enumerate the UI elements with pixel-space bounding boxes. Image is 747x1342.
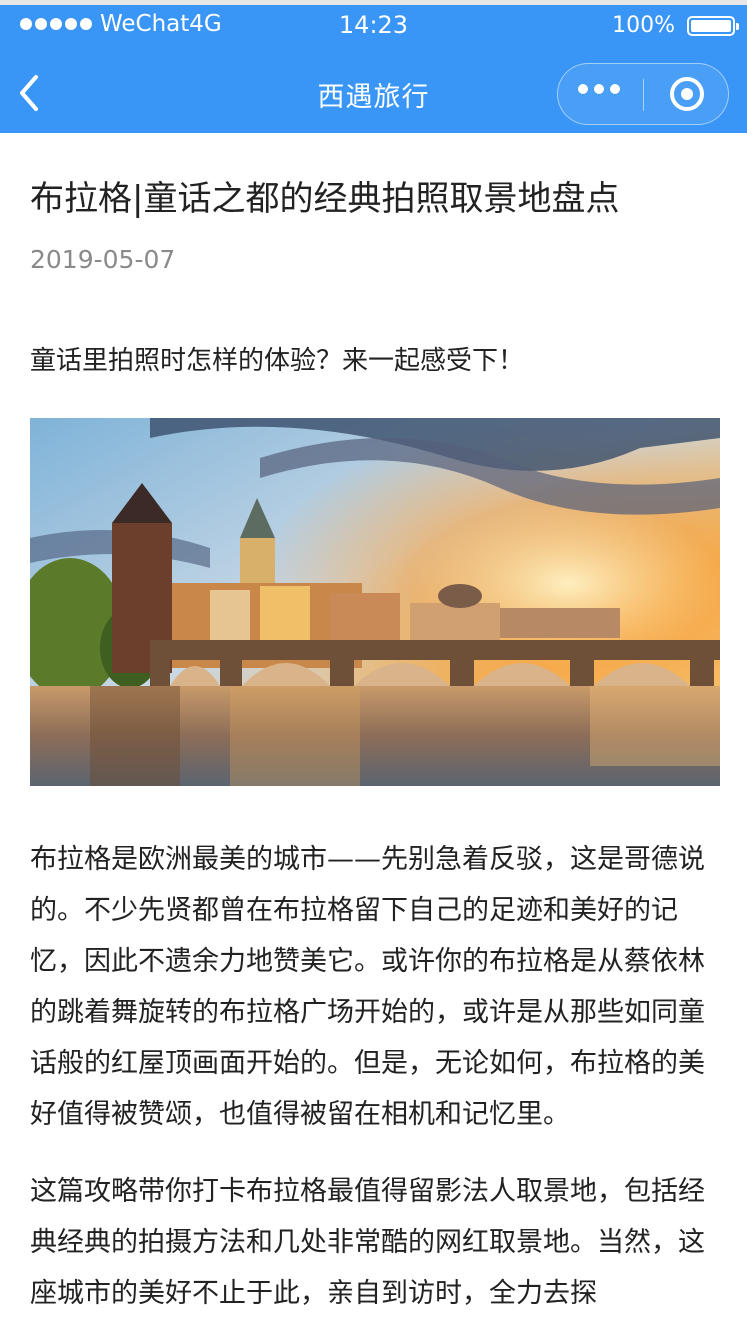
navigation-bar: 西遇旅行: [0, 47, 747, 138]
capsule-divider: [643, 79, 644, 111]
article-title: 布拉格|童话之都的经典拍照取景地盘点: [30, 179, 620, 219]
battery-percent: 100%: [612, 13, 675, 38]
article-paragraph: 布拉格是欧洲最美的城市——先别急着反驳，这是哥德说的。不少先贤都曾在布拉格留下自…: [30, 844, 705, 1130]
mini-program-capsule: [557, 63, 729, 125]
more-dots-icon[interactable]: [578, 84, 620, 94]
status-bar: WeChat4G 14:23 100%: [0, 5, 747, 47]
battery-group: 100%: [612, 13, 739, 38]
article-paragraph: 这篇攻略带你打卡布拉格最值得留影法人取景地，包括经典经典的拍摄方法和几处非常酷的…: [30, 1176, 705, 1309]
article-date: 2019-05-07: [30, 245, 176, 274]
article: 布拉格|童话之都的经典拍照取景地盘点 2019-05-07 童话里拍照时怎样的体…: [30, 133, 720, 1319]
hero-image: [30, 418, 720, 786]
battery-icon: [687, 15, 739, 36]
top-bar: WeChat4G 14:23 100% 西遇旅行: [0, 0, 747, 133]
target-close-icon[interactable]: [670, 77, 704, 111]
article-lead: 童话里拍照时怎样的体验？来一起感受下！: [30, 346, 525, 376]
